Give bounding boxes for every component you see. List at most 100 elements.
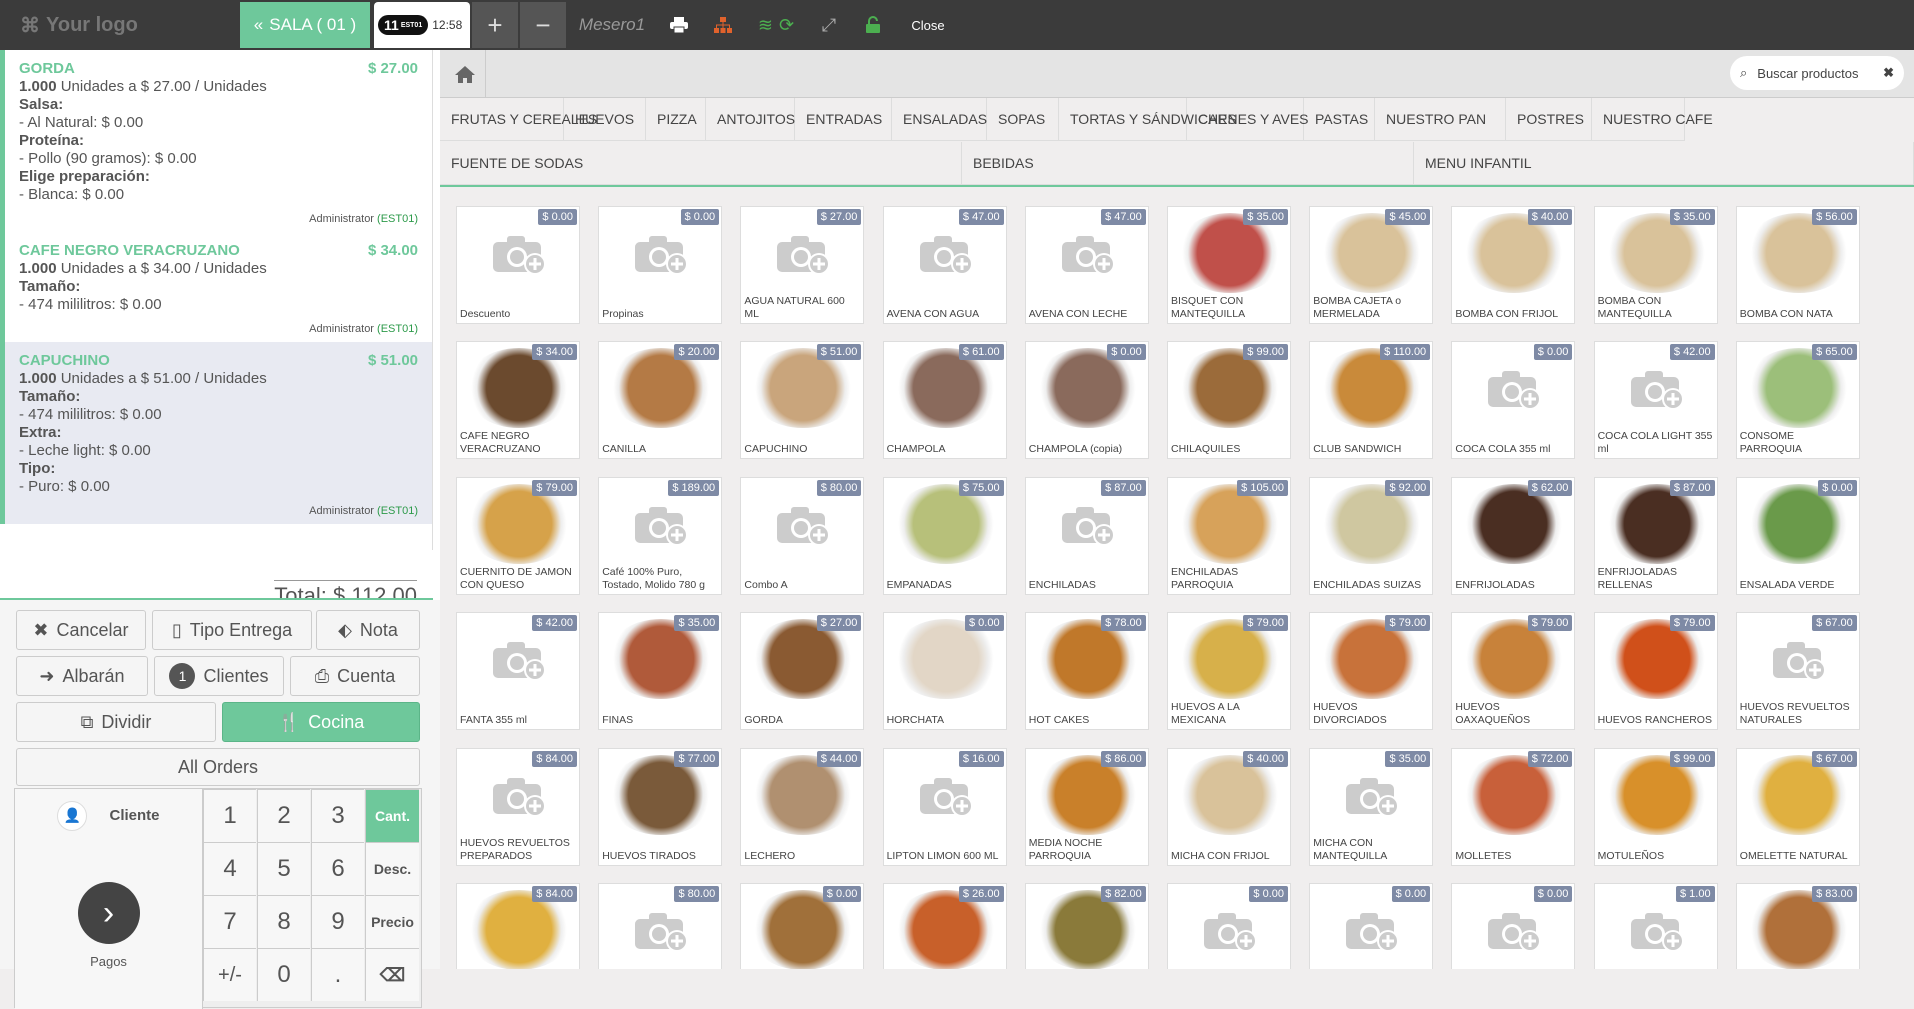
product-card[interactable]: $ 0.00: [740, 883, 865, 969]
product-card[interactable]: $ 42.00 COCA COLA LIGHT 355 ml: [1593, 341, 1718, 460]
category-tab[interactable]: POSTRES: [1506, 98, 1592, 141]
category-tab[interactable]: MENU INFANTIL: [1414, 142, 1914, 185]
note-button[interactable]: ⬖ Nota: [316, 610, 420, 650]
category-tab[interactable]: HUEVOS: [564, 98, 646, 141]
kitchen-button[interactable]: 🍴 Cocina: [222, 702, 420, 742]
remove-order-button[interactable]: −: [520, 2, 566, 48]
numpad-key-dot[interactable]: .: [311, 948, 364, 1001]
product-card[interactable]: $ 35.00 BISQUET CON MANTEQUILLA: [1167, 206, 1291, 324]
sala-button[interactable]: «SALA ( 01 ): [240, 2, 370, 48]
payment-button[interactable]: › Pagos: [15, 842, 203, 1009]
product-card[interactable]: $ 110.00 CLUB SANDWICH: [1309, 341, 1434, 460]
clients-button[interactable]: 1 Clientes: [154, 656, 284, 696]
product-card[interactable]: $ 79.00 HUEVOS DIVORCIADOS: [1309, 612, 1434, 731]
product-card[interactable]: $ 83.00: [1735, 883, 1860, 969]
numpad-key-9[interactable]: 9: [311, 895, 364, 948]
category-tab[interactable]: CARNES Y AVES: [1187, 98, 1309, 141]
product-card[interactable]: $ 47.00 AVENA CON LECHE: [1024, 206, 1149, 324]
backspace-icon[interactable]: ⌫: [365, 948, 419, 1001]
product-card[interactable]: $ 62.00 ENFRIJOLADAS: [1451, 476, 1576, 595]
mode-quantity-button[interactable]: Cant.: [365, 789, 419, 842]
search-box[interactable]: ⌕ Buscar productos ✖: [1730, 56, 1904, 90]
category-tab[interactable]: ENSALADAS: [892, 98, 987, 141]
product-card[interactable]: $ 78.00 HOT CAKES: [1024, 612, 1149, 731]
product-card[interactable]: $ 79.00 HUEVOS RANCHEROS: [1593, 612, 1718, 731]
product-card[interactable]: $ 0.00 COCA COLA 355 ml: [1451, 341, 1576, 460]
numpad-key-1[interactable]: 1: [203, 789, 256, 842]
waiter-name[interactable]: Mesero1: [568, 2, 656, 48]
category-tab[interactable]: ANTOJITOS: [706, 98, 795, 141]
product-card[interactable]: $ 34.00 CAFE NEGRO VERACRUZANO: [456, 341, 580, 460]
all-orders-button[interactable]: All Orders: [16, 748, 420, 786]
product-card[interactable]: $ 79.00 CUERNITO DE JAMON CON QUESO: [456, 476, 580, 595]
product-card[interactable]: $ 20.00 CANILLA: [598, 341, 723, 460]
category-tab[interactable]: SOPAS: [987, 98, 1059, 141]
product-card[interactable]: $ 61.00 CHAMPOLA: [882, 341, 1007, 460]
product-card[interactable]: $ 86.00 MEDIA NOCHE PARROQUIA: [1024, 747, 1149, 866]
bill-button[interactable]: ⎙ Cuenta: [290, 656, 420, 696]
numpad-key-4[interactable]: 4: [203, 842, 256, 895]
product-card[interactable]: $ 44.00 LECHERO: [740, 747, 865, 866]
mode-price-button[interactable]: Precio: [365, 895, 419, 948]
product-card[interactable]: $ 35.00 MICHA CON MANTEQUILLA: [1309, 747, 1434, 866]
product-card[interactable]: $ 87.00 ENFRIJOLADAS RELLENAS: [1593, 476, 1718, 595]
product-card[interactable]: $ 0.00 Propinas: [598, 206, 723, 324]
numpad-key-5[interactable]: 5: [257, 842, 310, 895]
product-card[interactable]: $ 35.00 BOMBA CON MANTEQUILLA: [1593, 206, 1718, 324]
product-card[interactable]: $ 0.00: [1451, 883, 1576, 969]
product-card[interactable]: $ 82.00: [1024, 883, 1149, 969]
cancel-button[interactable]: ✖ Cancelar: [16, 610, 146, 650]
product-card[interactable]: $ 35.00 FINAS: [598, 612, 723, 731]
product-card[interactable]: $ 84.00: [456, 883, 580, 969]
product-card[interactable]: $ 56.00 BOMBA CON NATA: [1735, 206, 1860, 324]
category-tab[interactable]: FUENTE DE SODAS: [440, 142, 962, 185]
order-line[interactable]: GORDA $ 27.00 1.000 Unidades a $ 27.00 / …: [0, 50, 432, 232]
product-card[interactable]: $ 84.00 HUEVOS REVUELTOS PREPARADOS: [456, 747, 580, 866]
product-card[interactable]: $ 40.00 MICHA CON FRIJOL: [1167, 747, 1291, 866]
numpad-key-2[interactable]: 2: [257, 789, 310, 842]
product-card[interactable]: $ 189.00 Café 100% Puro, Tostado, Molido …: [598, 476, 723, 595]
delivery-note-button[interactable]: ➜ Albarán: [16, 656, 148, 696]
unlock-icon[interactable]: [852, 2, 894, 48]
clear-search-icon[interactable]: ✖: [1883, 65, 1894, 81]
numpad-key-7[interactable]: 7: [203, 895, 256, 948]
numpad-key-0[interactable]: 0: [257, 948, 310, 1001]
network-icon[interactable]: [702, 2, 744, 48]
product-card[interactable]: $ 0.00 CHAMPOLA (copia): [1024, 341, 1149, 460]
numpad-key-8[interactable]: 8: [257, 895, 310, 948]
product-card[interactable]: $ 27.00 AGUA NATURAL 600 ML: [740, 206, 865, 324]
order-line[interactable]: CAFE NEGRO VERACRUZANO $ 34.00 1.000 Unid…: [0, 232, 432, 342]
product-card[interactable]: $ 0.00 ENSALADA VERDE: [1735, 476, 1860, 595]
product-card[interactable]: $ 47.00 AVENA CON AGUA: [882, 206, 1007, 324]
product-card[interactable]: $ 0.00 Descuento: [456, 206, 580, 324]
product-card[interactable]: $ 67.00 OMELETTE NATURAL: [1735, 747, 1860, 866]
numpad-key-6[interactable]: 6: [311, 842, 364, 895]
category-tab[interactable]: NUESTRO CAFE: [1592, 98, 1713, 141]
order-line[interactable]: CAPUCHINO $ 51.00 1.000 Unidades a $ 51.0…: [0, 342, 432, 524]
product-card[interactable]: $ 79.00 HUEVOS OAXAQUEÑOS: [1451, 612, 1576, 731]
mode-discount-button[interactable]: Desc.: [365, 842, 419, 895]
product-card[interactable]: $ 51.00 CAPUCHINO: [740, 341, 865, 460]
product-card[interactable]: $ 75.00 EMPANADAS: [882, 476, 1007, 595]
printer-icon[interactable]: [658, 2, 700, 48]
split-button[interactable]: ⧉ Dividir: [16, 702, 216, 742]
product-card[interactable]: $ 92.00 ENCHILADAS SUIZAS: [1309, 476, 1434, 595]
add-order-button[interactable]: +: [472, 2, 518, 48]
delivery-type-button[interactable]: ▯ Tipo Entrega: [152, 610, 312, 650]
close-button[interactable]: Close: [898, 2, 958, 48]
category-tab[interactable]: FRUTAS Y CEREALES: [440, 98, 597, 141]
wifi-sync-icon[interactable]: ≋ ⟳: [746, 2, 806, 48]
product-card[interactable]: $ 79.00 HUEVOS A LA MEXICANA: [1167, 612, 1291, 731]
home-icon[interactable]: [444, 50, 486, 98]
product-card[interactable]: $ 87.00 ENCHILADAS: [1024, 476, 1149, 595]
product-card[interactable]: $ 105.00 ENCHILADAS PARROQUIA: [1167, 476, 1291, 595]
product-card[interactable]: $ 77.00 HUEVOS TIRADOS: [598, 747, 723, 866]
category-tab[interactable]: PIZZA: [646, 98, 706, 141]
product-card[interactable]: $ 99.00 CHILAQUILES: [1167, 341, 1291, 460]
category-tab[interactable]: ENTRADAS: [795, 98, 892, 141]
category-tab[interactable]: TORTAS Y SÁNDWICHES: [1059, 98, 1237, 141]
category-tab[interactable]: PASTAS: [1304, 98, 1375, 141]
product-card[interactable]: $ 27.00 GORDA: [740, 612, 865, 731]
search-input[interactable]: Buscar productos: [1757, 66, 1858, 81]
numpad-key-3[interactable]: 3: [311, 789, 364, 842]
